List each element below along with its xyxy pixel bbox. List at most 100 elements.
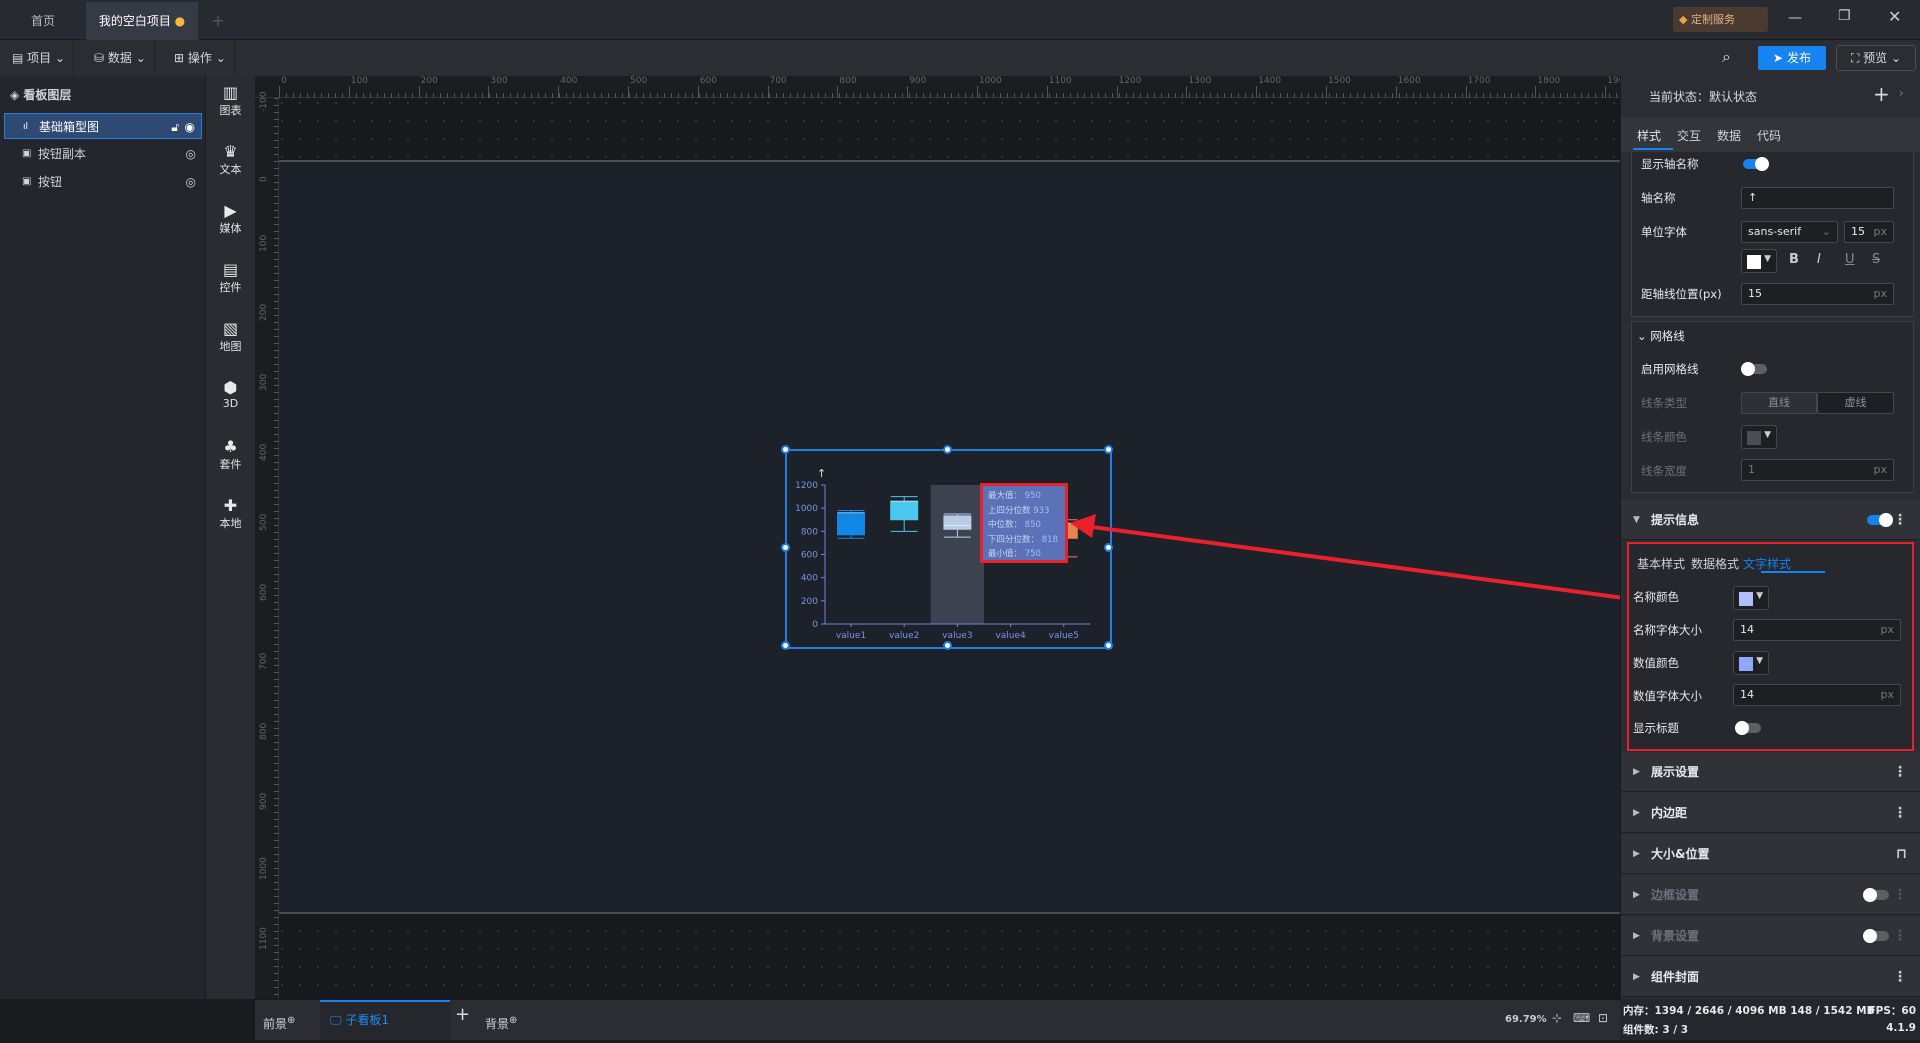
line-color-picker[interactable]: ▼ bbox=[1741, 425, 1777, 449]
component-media[interactable]: ▶ 媒体 bbox=[206, 202, 255, 236]
resize-handle[interactable] bbox=[1104, 543, 1113, 552]
font-size-input[interactable]: 15 px bbox=[1844, 221, 1894, 243]
component-widget[interactable]: ▤ 控件 bbox=[206, 261, 255, 295]
section-1[interactable]: ▶ 内边距 ⋮ bbox=[1621, 793, 1920, 833]
component-map[interactable]: ▧ 地图 bbox=[206, 320, 255, 354]
show-title-toggle[interactable] bbox=[1735, 721, 1761, 735]
add-state-button[interactable]: + bbox=[1873, 82, 1890, 106]
underline-icon[interactable]: U bbox=[1845, 252, 1855, 267]
resize-handle[interactable] bbox=[1104, 641, 1113, 650]
layer-item-boxplot[interactable]: ıl 基础箱型图 🔓︎ ◉ bbox=[4, 113, 202, 139]
terminal-icon[interactable]: ⊡ bbox=[1598, 1011, 1608, 1025]
ruler-minor-tick bbox=[274, 350, 279, 351]
distance-input[interactable]: 15 px bbox=[1741, 283, 1894, 305]
add-circle-icon[interactable]: ⊕ bbox=[287, 1015, 295, 1026]
menu-data[interactable]: ⛁ 数据 ⌄ bbox=[86, 40, 155, 76]
component-text[interactable]: ♛ 文本 bbox=[206, 143, 255, 177]
close-icon[interactable]: ✕ bbox=[1888, 7, 1901, 26]
enable-grid-toggle[interactable] bbox=[1741, 362, 1767, 376]
ruler-label: 1400 bbox=[1258, 76, 1282, 86]
layer-item-button[interactable]: ▣ 按钮 ◎ bbox=[4, 169, 202, 195]
axis-name-input[interactable]: ↑ bbox=[1741, 187, 1894, 209]
publish-label: 发布 bbox=[1786, 51, 1811, 65]
more-icon[interactable]: ⋮ bbox=[1893, 500, 1907, 540]
fps: FPS：60 bbox=[1868, 1005, 1916, 1017]
section-2[interactable]: ▶ 大小&位置 ⊓ bbox=[1621, 834, 1920, 874]
tab-project[interactable]: 我的空白项目 ● bbox=[86, 2, 198, 40]
add-board-button[interactable]: + bbox=[455, 1004, 470, 1025]
tab-style[interactable]: 样式 bbox=[1637, 127, 1661, 144]
show-axis-name-toggle[interactable] bbox=[1743, 157, 1769, 171]
tooltip-toggle[interactable] bbox=[1867, 513, 1893, 527]
resize-handle[interactable] bbox=[781, 641, 790, 650]
resize-handle[interactable] bbox=[1104, 445, 1113, 454]
eye-hidden-icon[interactable]: ◎ bbox=[186, 169, 196, 195]
eye-icon[interactable]: ◉ bbox=[185, 114, 195, 140]
more-icon[interactable]: ⋮ bbox=[1893, 957, 1907, 997]
layer-item-button-copy[interactable]: ▣ 按钮副本 ◎ bbox=[4, 141, 202, 167]
menu-operations[interactable]: ⊞ 操作 ⌄ bbox=[166, 40, 235, 76]
lock-icon[interactable]: ⊓ bbox=[1896, 834, 1907, 874]
section-toggle[interactable] bbox=[1863, 888, 1889, 902]
more-icon[interactable]: ⋮ bbox=[1893, 875, 1907, 915]
line-type-dashed[interactable]: 虚线 bbox=[1817, 392, 1894, 414]
value-font-size-input[interactable]: 14 px bbox=[1733, 684, 1901, 706]
zoom-level[interactable]: 69.79% bbox=[1505, 1014, 1547, 1025]
keyboard-icon[interactable]: ⌨ bbox=[1573, 1011, 1590, 1025]
section-4[interactable]: ▶ 背景设置 ⋮ bbox=[1621, 916, 1920, 956]
status-bar: 内存：1394 / 2646 / 4096 MB 148 / 1542 MB F… bbox=[1620, 999, 1920, 1040]
line-width-input[interactable]: 1 px bbox=[1741, 459, 1894, 481]
background-tab[interactable]: 背景⊕ bbox=[485, 1000, 517, 1040]
tab-code[interactable]: 代码 bbox=[1757, 127, 1781, 144]
ruler-minor-tick bbox=[274, 959, 279, 960]
resize-handle[interactable] bbox=[781, 543, 790, 552]
component-puzzle[interactable]: ✚ 本地 bbox=[206, 497, 255, 531]
add-tab-button[interactable]: + bbox=[206, 2, 230, 40]
line-type-solid[interactable]: 直线 bbox=[1741, 392, 1817, 414]
eye-hidden-icon[interactable]: ◎ bbox=[186, 141, 196, 167]
component-bar-chart[interactable]: ▥ 图表 bbox=[206, 84, 255, 118]
tooltip-section-header[interactable]: ▼ 提示信息 ⋮ bbox=[1621, 500, 1920, 540]
resize-handle[interactable] bbox=[781, 445, 790, 454]
subboard-tab[interactable]: 🖵︎ 子看板1 bbox=[320, 1000, 450, 1040]
component-cube[interactable]: ⬢ 3D bbox=[206, 379, 255, 411]
chevron-right-icon[interactable]: › bbox=[1899, 86, 1904, 100]
font-color-picker[interactable]: ▼ bbox=[1741, 249, 1777, 273]
name-font-size-input[interactable]: 14 px bbox=[1733, 619, 1901, 641]
add-circle-icon[interactable]: ⊕ bbox=[509, 1015, 517, 1026]
section-5[interactable]: ▶ 组件封面 ⋮ bbox=[1621, 957, 1920, 997]
tab-data[interactable]: 数据 bbox=[1717, 127, 1741, 144]
section-toggle[interactable] bbox=[1863, 929, 1889, 943]
tooltip-value: 933 bbox=[1033, 505, 1050, 516]
name-color-picker[interactable]: ▼ bbox=[1733, 586, 1769, 610]
preview-button[interactable]: ⛶ 预览 ⌄ bbox=[1836, 45, 1916, 71]
value-color-picker[interactable]: ▼ bbox=[1733, 651, 1769, 675]
restore-icon[interactable]: ❐ bbox=[1838, 8, 1851, 24]
resize-handle[interactable] bbox=[942, 641, 952, 650]
bold-icon[interactable]: B bbox=[1789, 252, 1799, 267]
grid-header[interactable]: ⌄ 网格线 bbox=[1637, 328, 1685, 344]
tab-interaction[interactable]: 交互 bbox=[1677, 127, 1701, 144]
tab-home[interactable]: 首页 bbox=[0, 2, 86, 40]
publish-button[interactable]: ➤ 发布 bbox=[1758, 46, 1826, 70]
more-icon[interactable]: ⋮ bbox=[1893, 793, 1907, 833]
subtab-data-format[interactable]: 数据格式 bbox=[1691, 555, 1739, 572]
unlock-icon[interactable]: 🔓︎ bbox=[171, 114, 179, 140]
custom-service-button[interactable]: ◆ 定制服务 bbox=[1673, 7, 1768, 32]
section-3[interactable]: ▶ 边框设置 ⋮ bbox=[1621, 875, 1920, 915]
menu-project[interactable]: ▤ 项目 ⌄ bbox=[4, 40, 75, 76]
section-0[interactable]: ▶ 展示设置 ⋮ bbox=[1621, 752, 1920, 792]
more-icon[interactable]: ⋮ bbox=[1893, 916, 1907, 956]
font-family-select[interactable]: sans-serif ⌄ bbox=[1741, 221, 1838, 243]
fit-screen-icon[interactable]: ⊹ bbox=[1552, 1011, 1562, 1025]
more-icon[interactable]: ⋮ bbox=[1893, 752, 1907, 792]
minimize-icon[interactable]: — bbox=[1788, 10, 1802, 26]
subtab-basic-style[interactable]: 基本样式 bbox=[1637, 555, 1685, 572]
foreground-tab[interactable]: 前景⊕ bbox=[263, 1000, 319, 1040]
component-suit[interactable]: ♣ 套件 bbox=[206, 438, 255, 472]
strikethrough-icon[interactable]: S bbox=[1872, 252, 1880, 267]
resize-handle[interactable] bbox=[942, 445, 952, 454]
search-icon[interactable]: ⌕ bbox=[1722, 47, 1731, 67]
subtab-text-style[interactable]: 文字样式 bbox=[1743, 555, 1791, 572]
italic-icon[interactable]: I bbox=[1817, 252, 1821, 267]
